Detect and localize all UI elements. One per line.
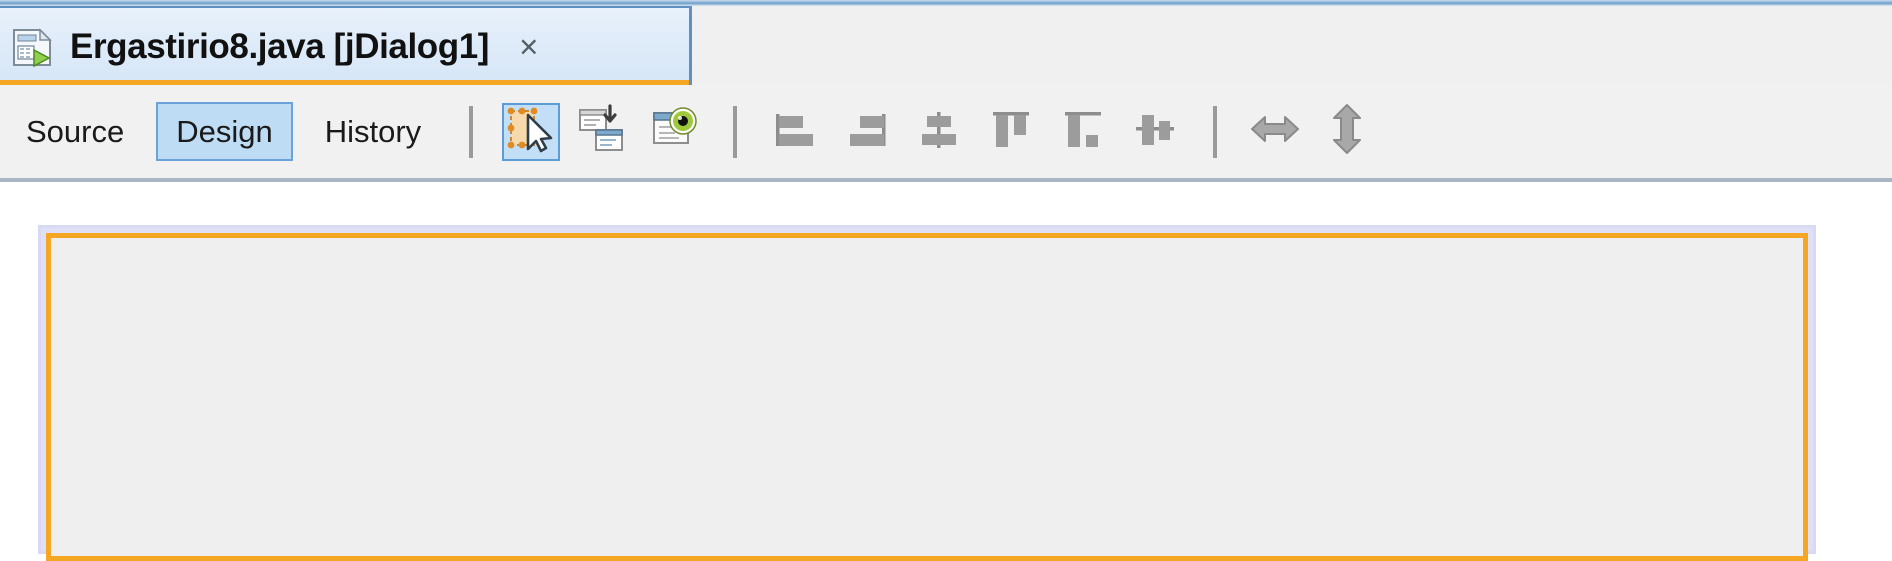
toolbar-separator-2 — [733, 105, 738, 158]
align-top-icon — [986, 104, 1036, 159]
form-designer-jdialog1[interactable] — [38, 225, 1816, 561]
close-icon[interactable]: × — [519, 30, 538, 63]
set-same-width-button[interactable] — [1246, 103, 1304, 161]
selection-mode-button[interactable] — [502, 102, 561, 161]
editor-tab-strip: Ergastirio8.java [jDialog1] × — [0, 0, 1892, 85]
connection-mode-icon — [578, 104, 628, 159]
view-button-design[interactable]: Design — [156, 102, 293, 161]
toolbar-separator-3 — [1213, 105, 1218, 158]
connection-mode-button[interactable] — [574, 103, 632, 161]
resize-vertical-icon — [1322, 102, 1372, 161]
align-bottom-icon — [1058, 104, 1108, 159]
editor-tab-title: Ergastirio8.java [jDialog1] — [70, 26, 490, 66]
design-canvas[interactable] — [0, 182, 1892, 561]
view-button-history[interactable]: History — [305, 102, 441, 161]
align-right-icon — [842, 104, 892, 159]
design-toolbar: Source Design History — [0, 85, 1892, 182]
align-center-horizontal-button[interactable] — [910, 103, 968, 161]
align-right-button[interactable] — [838, 103, 896, 161]
preview-design-button[interactable] — [646, 103, 704, 161]
center-vertical-icon — [1130, 104, 1180, 159]
align-bottom-button[interactable] — [1054, 103, 1112, 161]
center-horizontal-icon — [914, 104, 964, 159]
editor-tab-ergastirio8[interactable]: Ergastirio8.java [jDialog1] × — [0, 6, 692, 85]
align-left-icon — [770, 104, 820, 159]
align-center-vertical-button[interactable] — [1126, 103, 1184, 161]
align-top-button[interactable] — [982, 103, 1040, 161]
view-button-source[interactable]: Source — [6, 102, 144, 161]
java-form-file-icon — [10, 24, 56, 70]
set-same-height-button[interactable] — [1318, 103, 1376, 161]
preview-eye-icon — [650, 104, 700, 159]
resize-horizontal-icon — [1248, 104, 1302, 159]
toolbar-separator-1 — [469, 105, 474, 158]
form-selection-border[interactable] — [46, 233, 1808, 561]
align-left-button[interactable] — [766, 103, 824, 161]
selection-cursor-icon — [506, 104, 556, 159]
